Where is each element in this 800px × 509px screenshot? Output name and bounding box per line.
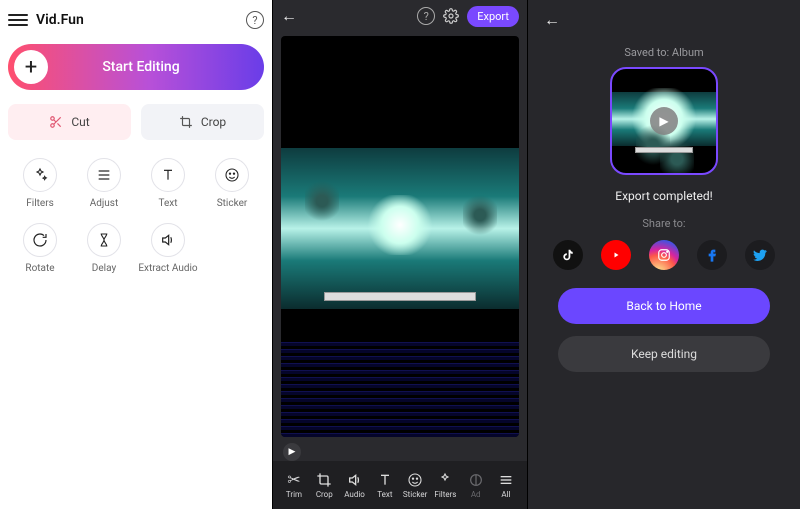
video-frame (281, 148, 519, 308)
tool-label: Text (158, 198, 177, 209)
back-icon[interactable]: ← (544, 10, 560, 30)
share-to-label: Share to: (642, 217, 685, 230)
tool-label: Rotate (25, 263, 54, 274)
facebook-icon (704, 247, 720, 263)
start-editing-button[interactable]: + Start Editing (8, 44, 264, 90)
play-icon: ▶ (650, 107, 678, 135)
adjust-icon (468, 472, 484, 488)
text-icon (160, 167, 176, 183)
crop-icon (179, 115, 193, 129)
export-button[interactable]: Export (467, 6, 519, 27)
toolbar-audio[interactable]: Audio (340, 472, 370, 499)
tool-sticker[interactable]: Sticker (200, 158, 264, 209)
crop-icon (316, 472, 332, 488)
toolbar-all[interactable]: All (491, 472, 521, 499)
sticker-icon (224, 167, 240, 183)
filters-icon (437, 472, 453, 488)
share-tiktok[interactable] (553, 240, 583, 270)
tool-text[interactable]: Text (136, 158, 200, 209)
share-instagram[interactable] (649, 240, 679, 270)
tool-filters[interactable]: Filters (8, 158, 72, 209)
toolbar-adjust[interactable]: Ad (461, 472, 491, 499)
keep-editing-button[interactable]: Keep editing (558, 336, 770, 372)
tool-delay[interactable]: Delay (72, 223, 136, 274)
tool-label: Sticker (217, 198, 248, 209)
tool-grid: Filters Adjust Text Sticker Rotate Delay… (8, 158, 264, 274)
editor-toolbar: ✂Trim Crop Audio Text Sticker Filters Ad… (273, 461, 527, 509)
scissors-icon: ✂ (286, 472, 302, 488)
delay-icon (96, 232, 112, 248)
share-twitter[interactable] (745, 240, 775, 270)
export-completed-label: Export completed! (615, 189, 712, 203)
tool-label: Adjust (90, 198, 119, 209)
toolbar-crop[interactable]: Crop (309, 472, 339, 499)
back-icon[interactable]: ← (281, 6, 297, 26)
cut-crop-row: Cut Crop (8, 104, 264, 140)
toolbar-trim[interactable]: ✂Trim (279, 472, 309, 499)
audio-icon (347, 472, 363, 488)
video-canvas[interactable] (281, 36, 519, 437)
app-title: Vid.Fun (36, 12, 84, 28)
tiktok-icon (561, 248, 575, 262)
scissors-icon (49, 115, 63, 129)
play-button[interactable]: ▶ (283, 443, 301, 461)
exported-video-thumbnail[interactable]: ▶ (610, 67, 718, 175)
menu-icon[interactable] (8, 14, 28, 26)
audio-icon (160, 232, 176, 248)
editor-header: ← ? Export (273, 0, 527, 32)
sticker-icon (407, 472, 423, 488)
home-panel: Vid.Fun ? + Start Editing Cut Crop Filte… (0, 0, 272, 509)
share-facebook[interactable] (697, 240, 727, 270)
toolbar-filters[interactable]: Filters (430, 472, 460, 499)
start-editing-label: Start Editing (48, 59, 264, 75)
all-icon (498, 472, 514, 488)
instagram-icon (657, 248, 671, 262)
editor-panel: ← ? Export ▶ ✂Trim Crop Audio Text Stick… (272, 0, 528, 509)
toolbar-text[interactable]: Text (370, 472, 400, 499)
tool-label: Delay (92, 263, 116, 274)
export-complete-panel: ← Saved to: Album ▶ Export completed! Sh… (528, 0, 800, 509)
adjust-icon (96, 167, 112, 183)
tool-extract-audio[interactable]: Extract Audio (136, 223, 200, 274)
youtube-icon (610, 249, 622, 261)
settings-icon[interactable] (443, 8, 459, 24)
plus-icon: + (14, 50, 48, 84)
timeline-noise (281, 341, 519, 437)
share-youtube[interactable] (601, 240, 631, 270)
help-icon[interactable]: ? (417, 7, 435, 25)
saved-to-label: Saved to: Album (624, 46, 703, 59)
home-header: Vid.Fun ? (8, 6, 264, 34)
tool-label: Filters (26, 198, 54, 209)
tool-rotate[interactable]: Rotate (8, 223, 72, 274)
help-icon[interactable]: ? (246, 11, 264, 29)
back-to-home-button[interactable]: Back to Home (558, 288, 770, 324)
filters-icon (32, 167, 48, 183)
cut-label: Cut (71, 115, 89, 129)
export-header: ← (544, 8, 784, 32)
twitter-icon (752, 247, 768, 263)
text-icon (377, 472, 393, 488)
tool-adjust[interactable]: Adjust (72, 158, 136, 209)
crop-label: Crop (201, 115, 226, 129)
tool-label: Extract Audio (138, 263, 197, 274)
toolbar-sticker[interactable]: Sticker (400, 472, 430, 499)
crop-button[interactable]: Crop (141, 104, 264, 140)
cut-button[interactable]: Cut (8, 104, 131, 140)
share-icons-row (553, 240, 775, 270)
rotate-icon (32, 232, 48, 248)
